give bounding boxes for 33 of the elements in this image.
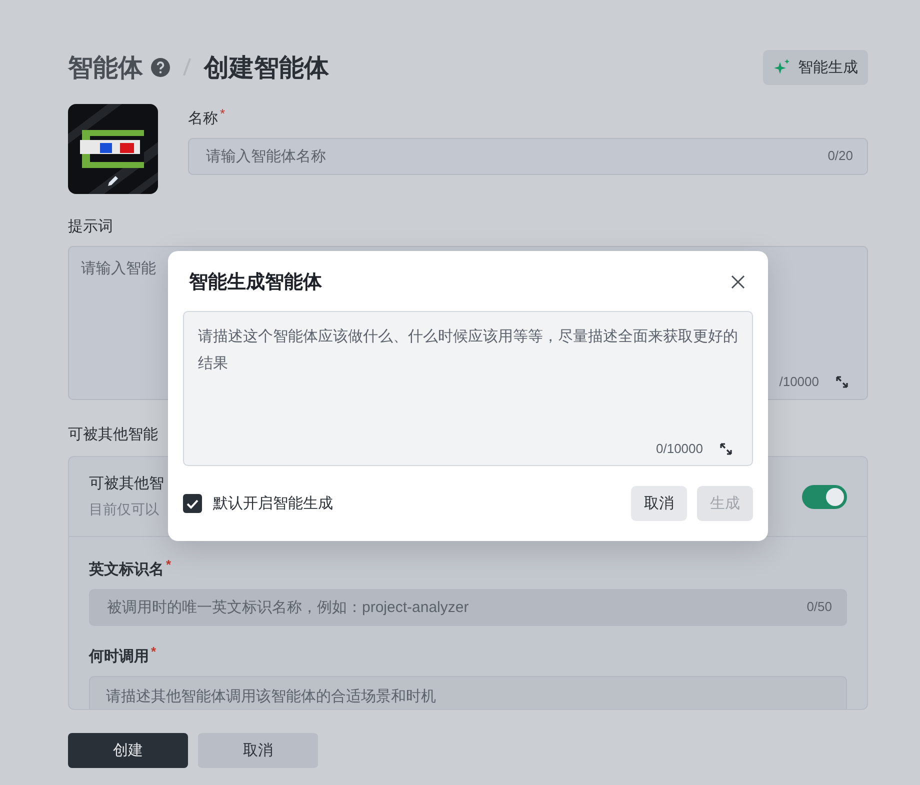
field-label: 名称 <box>188 108 218 128</box>
char-counter: /10000 <box>779 374 819 389</box>
breadcrumb-title: 创建智能体 <box>204 52 329 84</box>
char-counter: 0/10000 <box>656 441 703 456</box>
toggle-title: 可被其他智 <box>89 474 164 493</box>
close-icon[interactable] <box>729 273 747 291</box>
field-label: 何时调用 <box>89 646 149 666</box>
cancel-button[interactable]: 取消 <box>198 733 318 768</box>
dialog-button[interactable]: 取消 <box>631 486 687 521</box>
required-mark: * <box>151 644 156 659</box>
breadcrumb-title[interactable]: 智能体 <box>68 50 143 84</box>
char-counter: 0/50 <box>806 599 832 614</box>
toggle-switch[interactable] <box>802 484 847 508</box>
required-mark: * <box>166 557 172 572</box>
create-button[interactable]: 创建 <box>68 733 188 768</box>
checkbox[interactable] <box>183 494 202 513</box>
checkbox-label[interactable]: 默认开启智能生成 <box>213 494 333 513</box>
section-label: 可被其他智能 <box>68 424 158 444</box>
check-icon <box>186 498 199 508</box>
expand-icon[interactable] <box>835 374 849 388</box>
placeholder-text: 请描述其他智能体调用该智能体的合适场景和时机 <box>106 688 436 705</box>
sparkle-icon <box>773 58 790 76</box>
placeholder-text: 请输入智能 <box>81 260 156 277</box>
field-label: 英文标识名 <box>89 560 164 578</box>
char-counter: 0/20 <box>828 148 853 163</box>
field-label: 提示词 <box>68 216 113 236</box>
dialog-title: 智能生成智能体 <box>189 271 322 295</box>
toggle-description: 目前仅可以 <box>89 501 160 519</box>
smart-generate-button[interactable]: 智能生成 <box>763 50 868 84</box>
required-mark: * <box>220 106 226 121</box>
help-icon[interactable] <box>151 58 170 76</box>
edit-icon[interactable] <box>106 174 120 188</box>
expand-icon[interactable] <box>719 442 733 456</box>
